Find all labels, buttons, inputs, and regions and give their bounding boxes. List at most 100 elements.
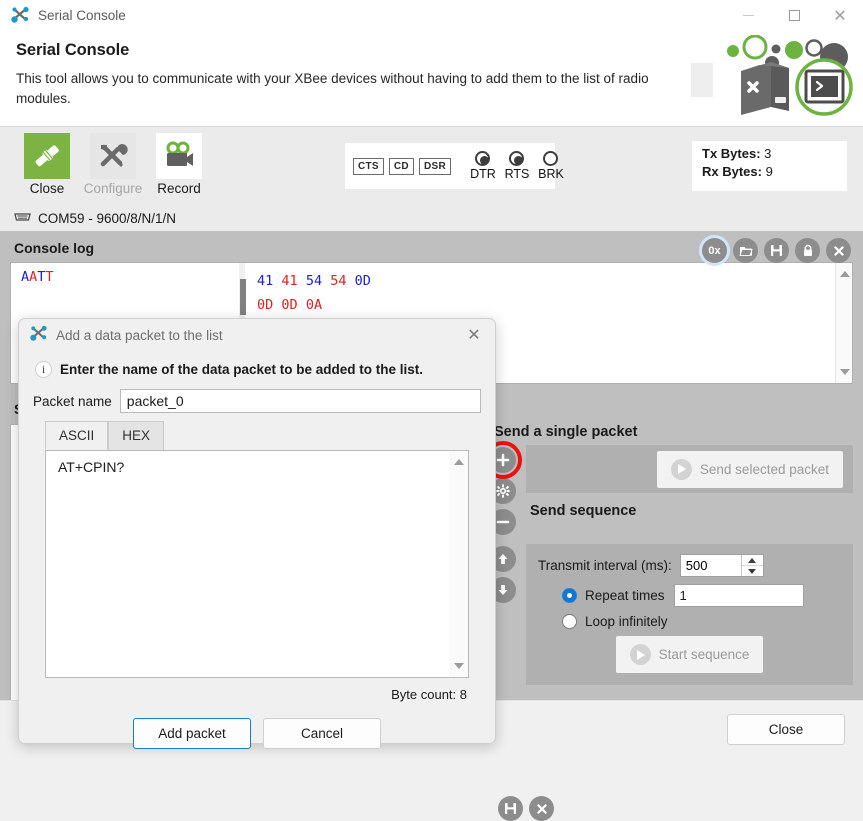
play-icon bbox=[629, 644, 651, 665]
tab-hex[interactable]: HEX bbox=[108, 421, 165, 450]
info-icon: i bbox=[35, 361, 52, 378]
open-folder-icon[interactable] bbox=[733, 238, 758, 263]
dialog-info-text: Enter the name of the data packet to be … bbox=[60, 362, 424, 377]
lock-icon[interactable] bbox=[795, 238, 820, 263]
toolbar-button-close[interactable]: Close bbox=[14, 133, 80, 196]
dtr-label: DTR bbox=[470, 167, 496, 181]
hex-byte: 0D bbox=[257, 297, 274, 313]
led-brk[interactable]: BRK bbox=[534, 151, 568, 181]
dialog-info-line: i Enter the name of the data packet to b… bbox=[35, 361, 481, 378]
serial-console-artwork-icon bbox=[693, 34, 857, 123]
tx-bytes-value: 3 bbox=[764, 146, 772, 161]
loop-infinitely-label: Loop infinitely bbox=[585, 614, 668, 629]
send-selected-packet-button[interactable]: Send selected packet bbox=[656, 450, 843, 488]
disconnect-plug-icon bbox=[24, 133, 70, 179]
brk-led-icon bbox=[543, 151, 559, 166]
add-packet-dialog: Add a data packet to the list ✕ i Enter … bbox=[18, 318, 496, 749]
tools-icon bbox=[90, 133, 136, 179]
start-sequence-button[interactable]: Start sequence bbox=[615, 636, 764, 673]
hex-byte: 0A bbox=[305, 297, 323, 313]
toolbar-record-label: Record bbox=[157, 181, 201, 196]
rts-label: RTS bbox=[504, 167, 530, 181]
dialog-title: Add a data packet to the list bbox=[56, 327, 223, 343]
hex-byte: 41 bbox=[257, 273, 274, 289]
save-log-icon[interactable] bbox=[764, 238, 789, 263]
scroll-down-icon[interactable] bbox=[840, 369, 850, 375]
header-banner: Serial Console This tool allows you to c… bbox=[0, 31, 863, 127]
cancel-label: Cancel bbox=[300, 726, 344, 741]
dialog-tabs: ASCII HEX bbox=[45, 421, 481, 450]
dialog-close-icon[interactable]: ✕ bbox=[461, 322, 487, 348]
close-icon[interactable]: ✕ bbox=[817, 0, 863, 31]
transmit-interval-input[interactable] bbox=[680, 555, 741, 576]
hex-byte: 54 bbox=[330, 273, 347, 289]
page-description: This tool allows you to communicate with… bbox=[16, 71, 649, 106]
tx-bytes-label: Tx Bytes: bbox=[702, 146, 761, 161]
console-log-scrollbar[interactable] bbox=[835, 263, 852, 383]
ascii-char: A bbox=[21, 269, 30, 285]
window-title-bar: Serial Console ✕ bbox=[0, 0, 863, 31]
interval-decrement-icon[interactable] bbox=[742, 566, 763, 576]
main-toolbar: Close Configure Record CTS CD DSR DTR RT… bbox=[0, 127, 863, 205]
molecule-icon bbox=[29, 325, 48, 345]
window-title: Serial Console bbox=[38, 7, 126, 23]
window-controls: ✕ bbox=[725, 0, 863, 31]
scroll-up-icon[interactable] bbox=[840, 271, 850, 277]
hex-byte: 0D bbox=[354, 273, 371, 289]
byte-count-label: Byte count: 8 bbox=[391, 687, 467, 702]
send-packets-toolbar bbox=[498, 796, 554, 821]
signal-chip-cd: CD bbox=[388, 157, 414, 175]
interval-increment-icon[interactable] bbox=[741, 555, 763, 566]
sequence-panel: Transmit interval (ms): Re bbox=[526, 544, 853, 685]
toolbar-close-label: Close bbox=[29, 181, 65, 196]
save-packets-icon[interactable] bbox=[498, 796, 523, 821]
transmit-interval-row: Transmit interval (ms): bbox=[538, 554, 841, 577]
repeat-times-input[interactable]: 1 bbox=[673, 584, 804, 607]
loop-infinitely-radio[interactable] bbox=[562, 614, 577, 629]
rts-led-icon bbox=[509, 151, 525, 166]
minimize-icon[interactable] bbox=[725, 0, 771, 31]
rx-bytes-row: Rx Bytes: 9 bbox=[702, 164, 847, 179]
footer-close-button[interactable]: Close bbox=[727, 714, 845, 745]
signal-chip-dsr: DSR bbox=[418, 157, 451, 175]
packet-content-scrollbar[interactable] bbox=[449, 451, 468, 677]
hex-line: 0D 0D 0A bbox=[257, 293, 835, 317]
send-controls-column: Send a single packet Send selected packe… bbox=[480, 424, 853, 720]
port-status-text: COM59 - 9600/8/N/1/N bbox=[38, 210, 177, 226]
close-packets-icon[interactable] bbox=[529, 796, 554, 821]
send-selected-packet-label: Send selected packet bbox=[699, 461, 829, 477]
packet-name-label: Packet name bbox=[33, 393, 112, 409]
toolbar-button-configure[interactable]: Configure bbox=[80, 133, 146, 196]
maximize-icon[interactable] bbox=[771, 0, 817, 31]
video-camera-icon bbox=[156, 133, 202, 179]
brk-label: BRK bbox=[538, 167, 564, 181]
toolbar-button-record[interactable]: Record bbox=[146, 133, 212, 196]
add-packet-label: Add packet bbox=[158, 726, 226, 741]
byte-counters: Tx Bytes: 3 Rx Bytes: 9 bbox=[692, 141, 847, 191]
repeat-times-row[interactable]: Repeat times 1 bbox=[538, 584, 841, 607]
start-sequence-label: Start sequence bbox=[658, 647, 750, 662]
tx-bytes-row: Tx Bytes: 3 bbox=[702, 146, 847, 161]
led-dtr[interactable]: DTR bbox=[466, 151, 500, 181]
packet-name-row: Packet name packet_0 bbox=[33, 389, 481, 413]
content-scroll-down-icon[interactable] bbox=[454, 663, 464, 669]
clear-log-icon[interactable] bbox=[826, 238, 851, 263]
led-rts[interactable]: RTS bbox=[500, 151, 534, 181]
packet-name-input[interactable]: packet_0 bbox=[119, 389, 481, 413]
hex-byte: 41 bbox=[281, 273, 298, 289]
port-status-bar: COM59 - 9600/8/N/1/N bbox=[0, 205, 863, 231]
transmit-interval-stepper[interactable] bbox=[679, 554, 764, 577]
rx-bytes-label: Rx Bytes: bbox=[702, 164, 762, 179]
add-packet-button[interactable]: Add packet bbox=[133, 718, 251, 749]
rx-bytes-value: 9 bbox=[765, 164, 773, 179]
packet-content-input[interactable]: AT+CPIN? bbox=[46, 451, 449, 677]
loop-infinitely-row[interactable]: Loop infinitely bbox=[538, 614, 841, 629]
signal-chip-cts: CTS bbox=[353, 157, 384, 175]
send-sequence-title: Send sequence bbox=[530, 503, 637, 519]
serial-port-icon bbox=[14, 211, 31, 226]
tab-ascii[interactable]: ASCII bbox=[45, 421, 109, 450]
hex-toggle-icon[interactable]: 0x bbox=[702, 238, 727, 263]
content-scroll-up-icon[interactable] bbox=[454, 459, 464, 465]
repeat-times-radio[interactable] bbox=[562, 588, 577, 603]
cancel-button[interactable]: Cancel bbox=[263, 718, 381, 749]
